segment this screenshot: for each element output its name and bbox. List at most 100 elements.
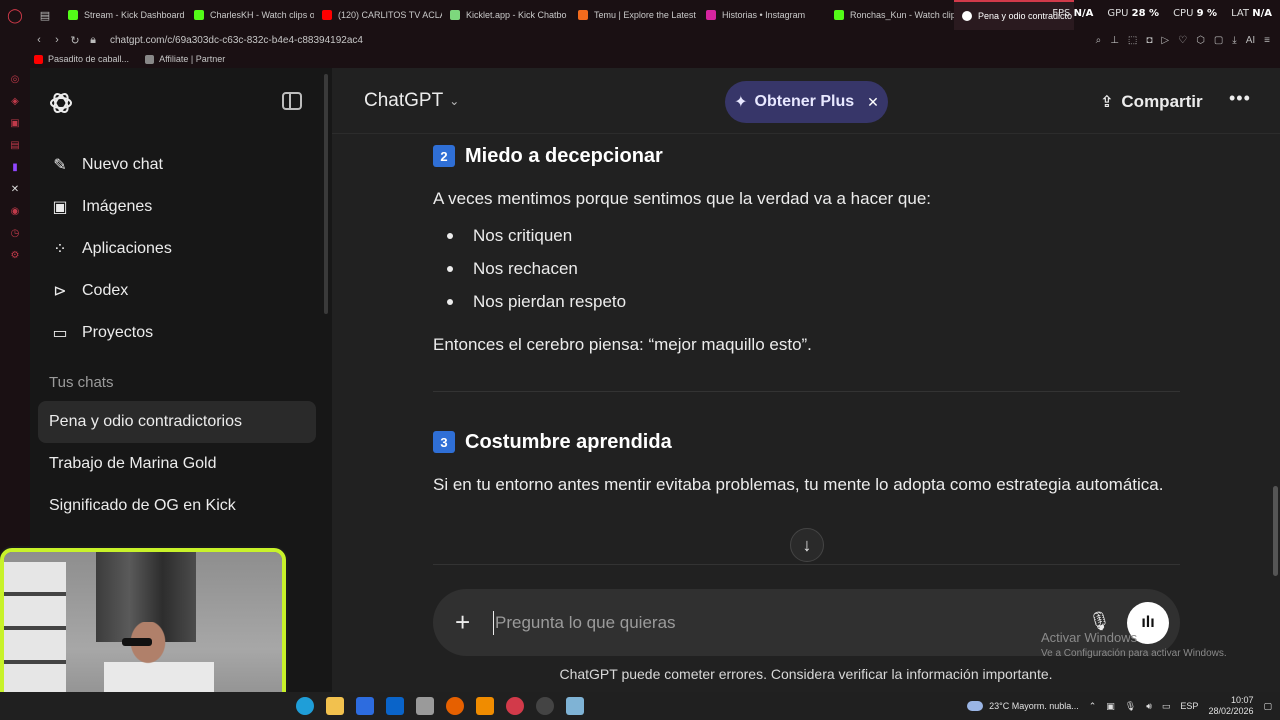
chat-item[interactable]: Significado de OG en Kick — [38, 485, 316, 527]
twitch-icon[interactable]: ▮ — [0, 156, 30, 178]
opera-gx-logo-icon[interactable]: ◯ — [0, 0, 30, 30]
main-scrollbar[interactable] — [1273, 486, 1278, 576]
sidebar-scrollbar[interactable] — [324, 74, 328, 314]
screenshot-icon[interactable]: ⬚ — [1128, 35, 1137, 46]
list-item: Nos rechacen — [447, 252, 1180, 285]
scroll-down-button[interactable]: ↓ — [790, 528, 824, 562]
pin-icon[interactable]: ⊥ — [1110, 35, 1119, 46]
aria-ai-label: AI — [1245, 34, 1256, 46]
more-options-icon[interactable]: ••• — [1229, 88, 1251, 109]
reload-icon[interactable]: ↻ — [66, 34, 84, 47]
taskbar-apps — [296, 697, 584, 715]
paragraph: Si en tu entorno antes mentir evitaba pr… — [433, 475, 1164, 494]
clock-date: 28/02/2026 — [1208, 706, 1254, 716]
network-icon[interactable]: ▭ — [1162, 701, 1171, 712]
tab-charleskh[interactable]: CharlesKH - Watch clips o — [186, 0, 314, 30]
shield-icon[interactable]: ◘ — [1146, 35, 1152, 46]
chat-item[interactable]: Trabajo de Marina Gold — [38, 443, 316, 485]
gx-corner-icon[interactable]: ◈ — [0, 90, 30, 112]
chat-header: ChatGPT ⌄ ✦ Obtener Plus ✕ ⇪ Compartir ••• — [332, 68, 1280, 134]
mail-icon[interactable]: ▤ — [0, 134, 30, 156]
bookmarks-bar: Pasadito de caball... Affiliate | Partne… — [0, 50, 1280, 68]
sunglasses — [122, 638, 152, 646]
section-title: Costumbre aprendida — [465, 430, 672, 453]
obs-icon[interactable] — [416, 697, 434, 715]
download-icon[interactable]: ⤓ — [1232, 35, 1236, 46]
notifications-icon[interactable]: ▢ — [1263, 701, 1272, 712]
sidebar-toggle-icon[interactable] — [282, 92, 302, 110]
chatgpt-app-icon[interactable] — [536, 697, 554, 715]
weather-widget[interactable]: 23°C Mayorm. nubla... — [967, 701, 1079, 711]
app-icon[interactable] — [566, 697, 584, 715]
vlc-icon[interactable] — [476, 697, 494, 715]
bookmark-pasadito[interactable]: Pasadito de caball... — [34, 54, 129, 64]
system-tray: 23°C Mayorm. nubla... ⌃ ▣ 🎙︎ 🔊︎ ▭ ESP 10… — [967, 695, 1272, 717]
mic-tray-icon[interactable]: 🎙︎ — [1125, 701, 1136, 712]
file-explorer-icon[interactable] — [326, 697, 344, 715]
microphone-icon[interactable]: 🎙︎ — [1088, 611, 1111, 632]
close-icon[interactable]: ✕ — [867, 94, 879, 111]
gx-control-icon[interactable]: ◎ — [0, 68, 30, 90]
x-icon[interactable]: ✕ — [0, 178, 30, 200]
bullet-icon — [447, 232, 453, 239]
url-field[interactable]: chatgpt.com/c/69a303dc-c63c-832c-b4e4-c8… — [110, 35, 363, 46]
list-item-text: Nos pierdan respeto — [473, 291, 627, 311]
attach-plus-icon[interactable]: + — [455, 607, 470, 638]
kicklet-favicon-icon — [450, 10, 460, 20]
tab-kicklet[interactable]: Kicklet.app - Kick Chatbo — [442, 0, 570, 30]
tab-label: Ronchas_Kun - Watch clip — [850, 10, 954, 20]
firefox-icon[interactable] — [446, 697, 464, 715]
tab-temu[interactable]: Temu | Explore the Latest — [570, 0, 698, 30]
play-icon[interactable]: ▷ — [1161, 35, 1169, 46]
lat-value: N/A — [1252, 8, 1272, 19]
settings-icon[interactable]: ⚙ — [0, 244, 30, 266]
tab-carlitos-tv[interactable]: (120) CARLITOS TV ACLA — [314, 0, 442, 30]
snapshot-icon[interactable]: ▢ — [1214, 35, 1223, 46]
chatgpt-favicon-icon — [962, 11, 972, 21]
calculator-icon[interactable] — [356, 697, 374, 715]
performance-hud: FPS N/A GPU 28 % CPU 9 % LAT N/A — [1052, 8, 1272, 19]
messenger-icon[interactable]: ▣ — [0, 112, 30, 134]
tab-overview-icon[interactable]: ▤ — [30, 0, 60, 30]
sidebar-item-codex[interactable]: ⊳ Codex — [38, 270, 320, 312]
address-bar-actions: ⌕ ⊥ ⬚ ◘ ▷ ♡ ⬡ ▢ ⤓ AI ≡ — [1096, 35, 1270, 46]
youtube-favicon-icon — [322, 10, 332, 20]
menu-icon[interactable]: ≡ — [1264, 35, 1270, 46]
forward-icon[interactable]: › — [48, 34, 66, 46]
chevron-up-icon[interactable]: ⌃ — [1089, 701, 1097, 712]
prompt-input[interactable] — [495, 607, 1055, 639]
sidebar-item-images[interactable]: ▣ Imágenes — [38, 186, 320, 228]
outlook-icon[interactable] — [386, 697, 404, 715]
address-bar: ‹ › ↻ 🔒︎ chatgpt.com/c/69a303dc-c63c-832… — [0, 30, 1280, 50]
clock[interactable]: 10:07 28/02/2026 — [1208, 695, 1253, 717]
back-icon[interactable]: ‹ — [30, 34, 48, 46]
get-plus-button[interactable]: ✦ Obtener Plus ✕ — [725, 81, 888, 123]
sidebar-item-apps[interactable]: ⁘ Aplicaciones — [38, 228, 320, 270]
share-button[interactable]: ⇪ Compartir — [1100, 92, 1203, 112]
sidebar-item-label: Imágenes — [82, 198, 153, 215]
sidebar-item-projects[interactable]: ▭ Proyectos — [38, 312, 320, 354]
speaker-icon[interactable]: 🔊︎ — [1146, 701, 1152, 712]
sidebar-item-new-chat[interactable]: ✎ Nuevo chat — [38, 144, 320, 186]
heart-icon[interactable]: ♡ — [1178, 35, 1187, 46]
edge-icon[interactable] — [296, 697, 314, 715]
tab-ronchas-kun[interactable]: Ronchas_Kun - Watch clip — [826, 0, 954, 30]
sidebar-nav: ✎ Nuevo chat ▣ Imágenes ⁘ Aplicaciones ⊳ Cod… — [38, 144, 320, 354]
site-info-icon[interactable]: 🔒︎ — [84, 34, 102, 47]
chat-history-list: Pena y odio contradictorios Trabajo de M… — [38, 401, 316, 527]
tab-kick-dashboard[interactable]: Stream - Kick Dashboard — [60, 0, 186, 30]
history-icon[interactable]: ◷ — [0, 222, 30, 244]
tray-icon[interactable]: ▣ — [1106, 701, 1115, 712]
extensions-icon[interactable]: ⬡ — [1196, 35, 1205, 46]
bookmark-affiliate[interactable]: Affiliate | Partner — [145, 54, 225, 64]
openai-logo-icon[interactable] — [48, 90, 74, 116]
aria-ai-icon[interactable]: AI — [1246, 35, 1255, 46]
player-icon[interactable]: ◉ — [0, 200, 30, 222]
language-label[interactable]: ESP — [1180, 701, 1198, 711]
model-selector[interactable]: ChatGPT ⌄ — [364, 90, 459, 112]
list-item-text: Nos rechacen — [473, 258, 578, 278]
tab-instagram[interactable]: Historias • Instagram — [698, 0, 826, 30]
chat-item-active[interactable]: Pena y odio contradictorios — [38, 401, 316, 443]
zoom-icon[interactable]: ⌕ — [1096, 35, 1102, 46]
opera-gx-icon[interactable] — [506, 697, 524, 715]
